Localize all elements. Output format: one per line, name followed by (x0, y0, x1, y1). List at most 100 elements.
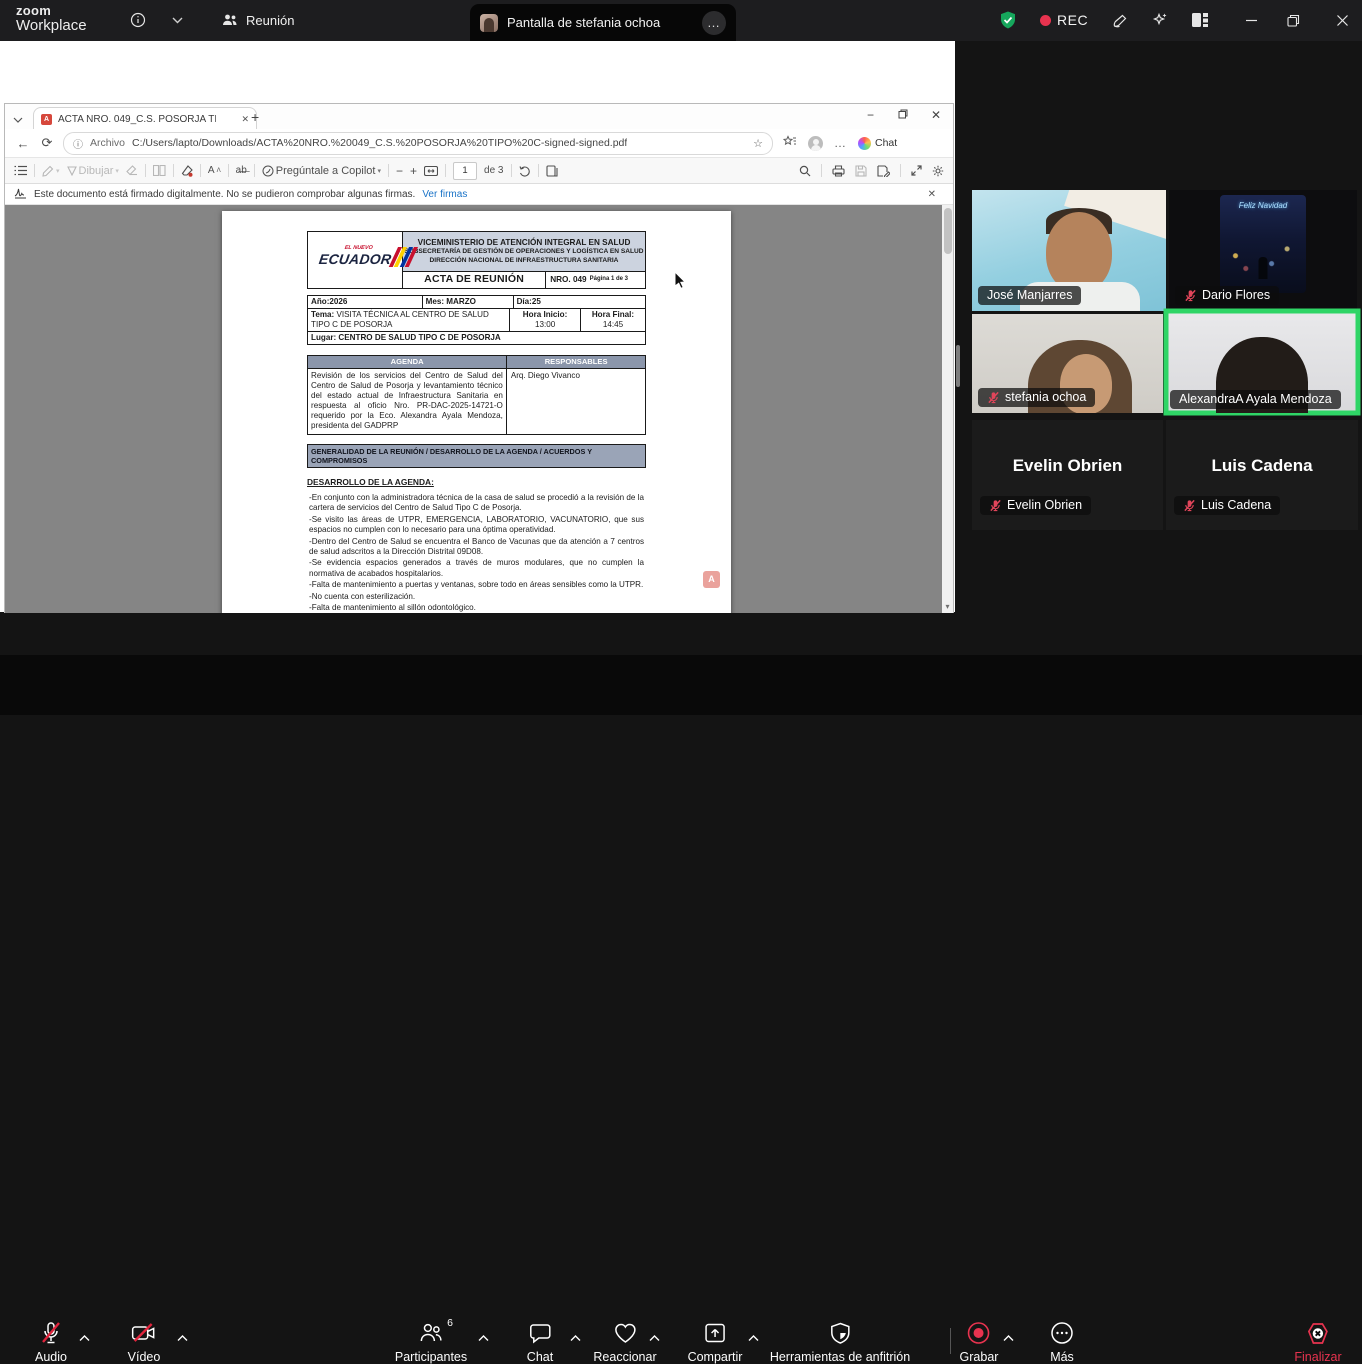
react-button[interactable]: Reaccionar (593, 1321, 656, 1364)
agenda-table: AGENDA RESPONSABLES Revisión de los serv… (307, 355, 646, 434)
collections-star-icon[interactable] (783, 135, 797, 151)
pdf-favicon: A (41, 114, 52, 125)
favorite-star-icon[interactable]: ☆ (753, 137, 763, 150)
addressbar-actions: … Chat (783, 135, 897, 151)
video-tile-alexandra-active-speaker[interactable]: AlexandraA Ayala Mendoza (1166, 311, 1358, 413)
video-tile-evelin[interactable]: Evelin Obrien Evelin Obrien (972, 420, 1163, 530)
zoom-in-icon[interactable]: + (410, 164, 417, 178)
tab-meeting[interactable]: Reunión (212, 6, 304, 34)
file-info-icon[interactable]: ⓘ (73, 136, 83, 151)
tab-options-ellipsis-icon[interactable]: … (702, 11, 726, 35)
eraser-icon[interactable] (126, 165, 138, 176)
close-window-icon[interactable] (1330, 8, 1354, 32)
participants-count: 6 (447, 1317, 453, 1329)
annotate-pencil-icon[interactable] (1108, 8, 1132, 32)
participant-name-badge: stefania ochoa (978, 388, 1095, 407)
participants-options-chevron[interactable] (478, 1329, 490, 1337)
participant-name: stefania ochoa (1005, 390, 1086, 404)
browser-profile-avatar[interactable] (808, 136, 823, 151)
refresh-icon[interactable]: ⟳ (39, 135, 55, 151)
share-button[interactable]: Compartir (688, 1321, 743, 1364)
chevron-down-icon[interactable] (165, 8, 189, 32)
save-icon[interactable] (855, 165, 867, 177)
save-as-icon[interactable] (877, 165, 890, 177)
zoom-out-icon[interactable]: − (396, 164, 403, 178)
video-tile-luis[interactable]: Luis Cadena Luis Cadena (1166, 420, 1358, 530)
copilot-chat-button[interactable]: Chat (858, 137, 897, 150)
share-label: Compartir (688, 1350, 743, 1364)
video-panel-scrollbar[interactable] (956, 345, 960, 387)
acta-number: NRO. 049 (550, 275, 586, 285)
record-options-chevron[interactable] (1003, 1329, 1015, 1337)
view-layout-icon[interactable] (1188, 8, 1212, 32)
scroll-down-arrow-icon[interactable]: ▾ (942, 600, 953, 613)
ai-companion-sparkle-icon[interactable] (1148, 8, 1172, 32)
pdf-scrollbar[interactable]: ▾ (942, 205, 953, 613)
record-button[interactable]: Grabar (960, 1321, 999, 1364)
settings-gear-icon[interactable] (932, 165, 944, 177)
audio-options-chevron[interactable] (79, 1329, 91, 1337)
draw-tool[interactable]: Dibujar ▾ (67, 165, 119, 177)
toc-icon[interactable] (14, 165, 27, 176)
video-button[interactable]: Vídeo (128, 1321, 161, 1364)
page-view-icon[interactable] (546, 165, 558, 177)
chat-options-chevron[interactable] (570, 1329, 582, 1337)
back-arrow-icon[interactable]: ← (15, 136, 31, 151)
pen-tool-icon[interactable]: ▾ (42, 165, 60, 177)
fit-width-icon[interactable] (424, 166, 438, 176)
chat-button[interactable]: Chat (527, 1321, 553, 1364)
video-tile-jose[interactable]: José Manjarres (972, 190, 1166, 311)
floating-pdf-badge-icon[interactable]: A (703, 571, 720, 588)
heart-icon (613, 1321, 637, 1345)
participants-button[interactable]: 6 Participantes (395, 1321, 467, 1364)
new-tab-button[interactable]: + (251, 109, 259, 125)
pdf-canvas[interactable]: EL NUEVO ECUADOR VICEMINISTERIO DE ATENC… (5, 205, 953, 613)
view-signatures-link[interactable]: Ver firmas (422, 189, 467, 200)
pdf-page: EL NUEVO ECUADOR VICEMINISTERIO DE ATENC… (222, 211, 731, 613)
pdf-scrollbar-thumb[interactable] (944, 208, 952, 254)
agenda-development-text: -En conjunto con la administradora técni… (307, 493, 646, 613)
read-aloud-icon[interactable]: Aᐱ (208, 165, 221, 176)
toolbar-separator (228, 164, 229, 177)
flag-stripes-icon (392, 247, 415, 267)
two-page-view-icon[interactable] (153, 165, 166, 176)
video-tile-dario[interactable]: Feliz Navidad Dario Flores (1169, 190, 1357, 311)
minimize-window-icon[interactable] (1239, 8, 1263, 32)
tab-search-chevron-icon[interactable] (13, 110, 23, 128)
copilot-ask-button[interactable]: Pregúntale a Copilot ▾ (262, 165, 381, 177)
video-options-chevron[interactable] (177, 1329, 189, 1337)
video-tile-stefania[interactable]: stefania ochoa (972, 314, 1163, 413)
browser-restore-icon[interactable] (898, 108, 908, 122)
url-field[interactable]: ⓘ Archivo C:/Users/lapto/Downloads/ACTA%… (63, 132, 773, 155)
page-number-input[interactable] (453, 162, 477, 180)
meta-topic: Tema: VISITA TÉCNICA AL CENTRO DE SALUD … (308, 309, 510, 331)
host-tools-button[interactable]: Herramientas de anfitrión (770, 1321, 910, 1364)
rotate-icon[interactable] (519, 165, 531, 177)
print-icon[interactable] (832, 165, 845, 177)
bullet-item: -Falta de mantenimiento a puertas y vent… (309, 580, 644, 590)
browser-tab-active[interactable]: A ACTA NRO. 049_C.S. POSORJA TIP ✕ (33, 107, 257, 130)
notice-close-icon[interactable]: ✕ (928, 189, 944, 200)
text-tools-icon[interactable]: a̶b̶ (236, 165, 247, 176)
highlighter-icon[interactable] (181, 165, 193, 177)
search-icon[interactable] (799, 165, 811, 177)
info-icon[interactable] (126, 8, 150, 32)
browser-minimize-icon[interactable]: − (867, 108, 874, 122)
browser-close-icon[interactable]: ✕ (931, 108, 941, 122)
security-shield-icon[interactable] (996, 8, 1020, 32)
chat-label: Chat (527, 1350, 553, 1364)
participant-name-badge: Dario Flores (1175, 286, 1279, 305)
more-button[interactable]: Más (1050, 1321, 1074, 1364)
tab-close-icon[interactable]: ✕ (241, 114, 249, 125)
fullscreen-icon[interactable] (911, 165, 922, 176)
audio-button[interactable]: Audio (35, 1321, 67, 1364)
browser-menu-ellipsis-icon[interactable]: … (834, 136, 847, 150)
restore-window-icon[interactable] (1281, 8, 1305, 32)
tab-screen-share[interactable]: Pantalla de stefania ochoa … (470, 4, 736, 41)
edge-browser-window: A ACTA NRO. 049_C.S. POSORJA TIP ✕ + − ✕… (5, 104, 953, 612)
share-options-chevron[interactable] (748, 1329, 760, 1337)
signature-notice-bar: Este documento está firmado digitalmente… (5, 184, 953, 205)
dario-profile-photo: Feliz Navidad (1220, 195, 1306, 293)
react-options-chevron[interactable] (649, 1329, 661, 1337)
end-meeting-button[interactable]: Finalizar (1294, 1321, 1341, 1364)
